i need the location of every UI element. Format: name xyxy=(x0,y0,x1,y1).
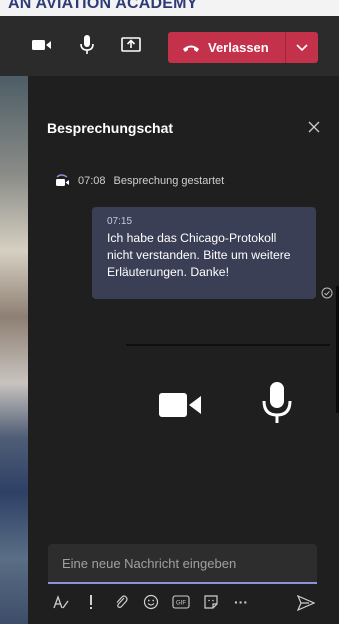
meeting-chat-panel: Besprechungschat 07:08 Besprechung gesta… xyxy=(28,76,339,624)
banner-text: AN AVIATION ACADEMY xyxy=(8,0,198,12)
video-camera-icon[interactable] xyxy=(28,31,56,59)
chat-message-bubble[interactable]: 07:15 Ich habe das Chicago-Protokoll nic… xyxy=(92,207,316,299)
video-camera-icon xyxy=(159,390,203,422)
system-message-text: Besprechung gestartet xyxy=(113,175,225,187)
message-time: 07:15 xyxy=(107,216,133,227)
hangup-phone-icon xyxy=(182,43,200,53)
microphone-icon[interactable] xyxy=(73,31,101,59)
gif-icon[interactable]: GIF xyxy=(168,589,194,615)
message-input[interactable] xyxy=(48,544,317,582)
share-screen-icon[interactable] xyxy=(117,31,145,59)
sticker-icon[interactable] xyxy=(198,589,224,615)
meeting-toolbar: Verlassen xyxy=(0,16,339,76)
important-icon[interactable] xyxy=(78,589,104,615)
message-text: Ich habe das Chicago-Protokoll nicht ver… xyxy=(107,231,291,279)
system-message: 07:08 Besprechung gestartet xyxy=(54,174,224,188)
system-message-time: 07:08 xyxy=(78,175,106,187)
gif-label: GIF xyxy=(176,601,186,607)
panel-title: Besprechungschat xyxy=(47,120,174,136)
more-icon[interactable]: ··· xyxy=(228,589,254,615)
format-toolbar: GIF ··· xyxy=(48,588,317,616)
more-label: ··· xyxy=(234,594,248,610)
sent-check-icon xyxy=(321,287,333,299)
send-icon[interactable] xyxy=(295,592,317,614)
message-composer[interactable] xyxy=(48,544,317,584)
emoji-icon[interactable] xyxy=(138,589,164,615)
leave-button[interactable]: Verlassen xyxy=(168,32,318,63)
microphone-icon xyxy=(260,382,294,424)
top-strip: AN AVIATION ACADEMY xyxy=(0,0,339,16)
format-icon[interactable] xyxy=(48,589,74,615)
background-video-strip xyxy=(0,76,28,624)
leave-main[interactable]: Verlassen xyxy=(168,40,285,55)
video-tile-divider xyxy=(126,344,330,346)
leave-label: Verlassen xyxy=(208,40,269,55)
attach-icon[interactable] xyxy=(108,589,134,615)
chevron-down-icon[interactable] xyxy=(286,32,318,63)
meeting-icon xyxy=(54,174,70,188)
close-icon[interactable] xyxy=(305,118,323,136)
